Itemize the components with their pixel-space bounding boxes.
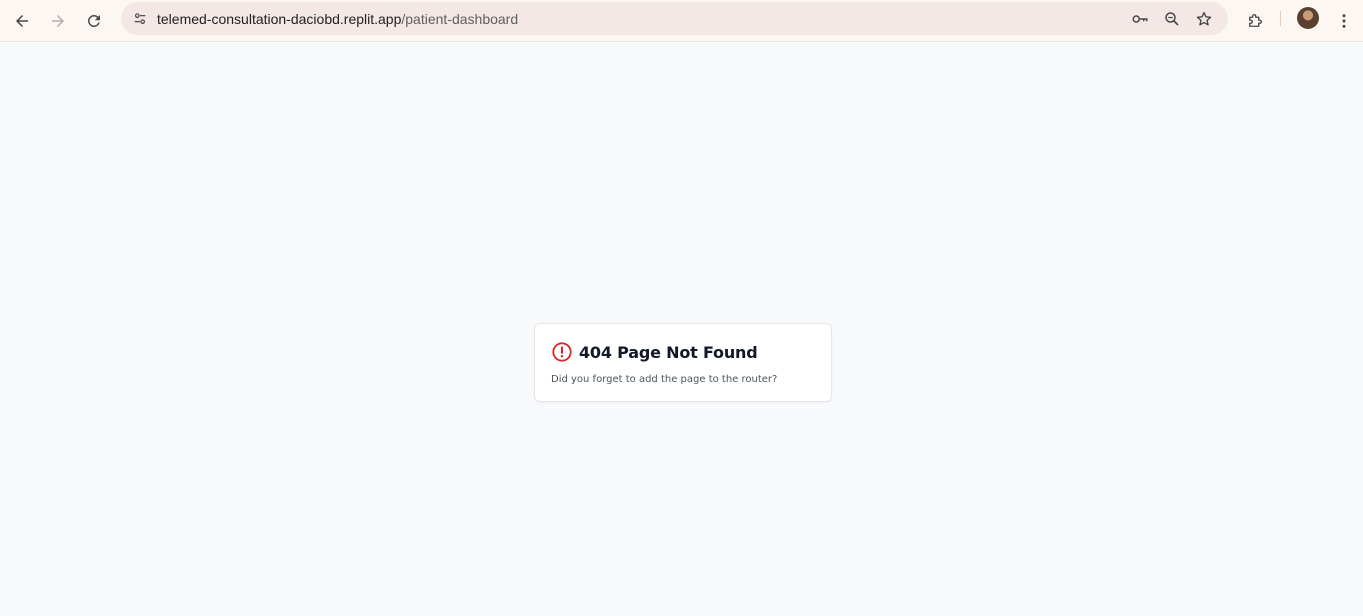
bookmark-button[interactable]	[1191, 6, 1217, 32]
browser-menu-button[interactable]	[1329, 6, 1359, 36]
star-icon	[1196, 11, 1212, 26]
address-bar[interactable]: telemed-consultation-daciobd.replit.app/…	[121, 2, 1228, 35]
zoom-button[interactable]	[1159, 6, 1185, 32]
zoom-icon	[1165, 12, 1179, 26]
tune-icon	[134, 13, 146, 24]
extensions-button[interactable]	[1240, 6, 1270, 36]
error-card-header: 404 Page Not Found	[551, 341, 758, 363]
browser-toolbar: telemed-consultation-daciobd.replit.app/…	[0, 0, 1363, 42]
reload-icon	[87, 14, 100, 27]
page-content: 404 Page Not Found Did you forget to add…	[0, 43, 1363, 616]
profile-avatar[interactable]	[1297, 7, 1319, 29]
forward-button[interactable]	[43, 6, 73, 36]
url-text[interactable]: telemed-consultation-daciobd.replit.app/…	[157, 11, 518, 27]
kebab-menu-icon	[1342, 14, 1346, 28]
site-info-button[interactable]	[126, 5, 154, 33]
url-path: /patient-dashboard	[401, 11, 519, 27]
toolbar-divider	[1280, 11, 1281, 26]
puzzle-icon	[1249, 14, 1262, 27]
arrow-left-icon	[16, 15, 28, 27]
alert-circle-icon	[551, 341, 573, 363]
error-description: Did you forget to add the page to the ro…	[551, 374, 778, 385]
password-button[interactable]	[1127, 6, 1153, 32]
url-host: telemed-consultation-daciobd.replit.app	[157, 11, 402, 27]
arrow-right-icon	[52, 15, 64, 27]
error-title: 404 Page Not Found	[579, 342, 758, 362]
key-icon	[1132, 15, 1148, 23]
back-button[interactable]	[7, 6, 37, 36]
error-card: 404 Page Not Found Did you forget to add…	[534, 323, 832, 402]
reload-button[interactable]	[79, 6, 109, 36]
